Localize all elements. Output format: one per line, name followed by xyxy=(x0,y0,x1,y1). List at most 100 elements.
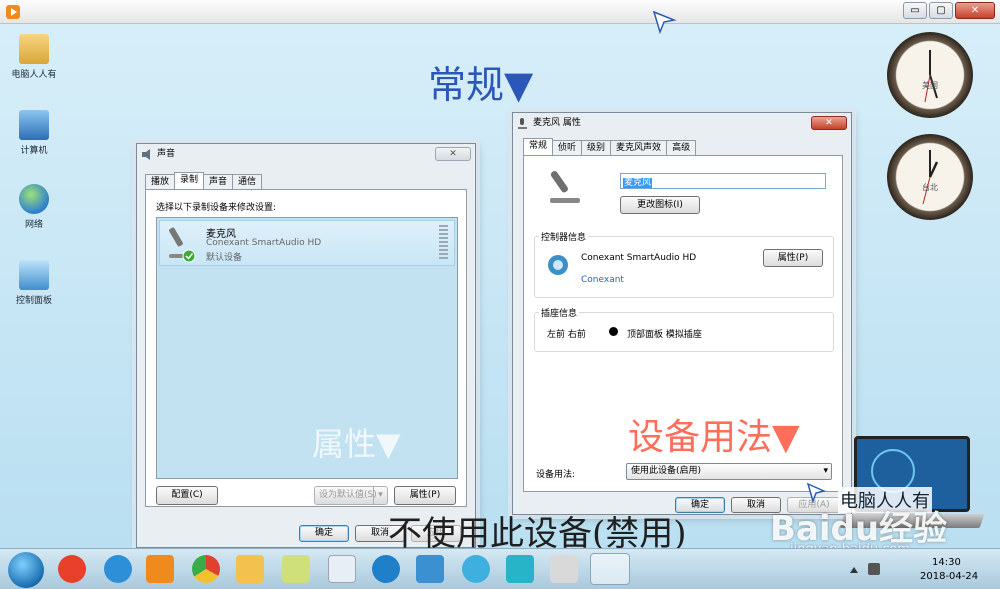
jack-color-icon xyxy=(609,327,618,336)
group-title: 插座信息 xyxy=(539,306,580,319)
controller-properties-button[interactable]: 属性(P) xyxy=(763,249,823,267)
device-row-microphone[interactable]: 麦克风 Conexant SmartAudio HD 默认设备 xyxy=(159,220,455,266)
sound-tabs: 播放 录制 声音 通信 xyxy=(145,172,263,189)
taskbar-control-panel-icon[interactable] xyxy=(416,555,444,583)
taskbar-explorer-icon[interactable] xyxy=(236,555,264,583)
device-usage-label: 设备用法: xyxy=(536,470,576,480)
device-usage-value: 使用此设备(启用) xyxy=(631,466,702,476)
desktop-icon-user[interactable]: 电脑人人有 xyxy=(8,34,60,80)
desktop-icon-label: 电脑人人有 xyxy=(11,70,57,80)
taskbar-chrome-icon[interactable] xyxy=(192,555,220,583)
desktop-icon-control-panel[interactable]: 控制面板 xyxy=(8,260,60,306)
jack-info-group: 插座信息 左前 右前 顶部面板 模拟插座 xyxy=(534,306,834,352)
overlay-heading-properties: 属性▼ xyxy=(312,425,401,463)
tab-levels[interactable]: 级别 xyxy=(581,140,612,155)
tab-general[interactable]: 常规 xyxy=(523,138,554,155)
desktop-icon-label: 计算机 xyxy=(20,146,48,156)
overlay-heading-general: 常规▼ xyxy=(428,63,534,107)
clock-face-icon xyxy=(924,50,938,103)
taskbar-paint-icon[interactable] xyxy=(550,555,578,583)
ok-button[interactable]: 确定 xyxy=(299,525,349,542)
speaker-icon xyxy=(142,149,150,160)
device-driver: Conexant SmartAudio HD xyxy=(206,238,322,248)
microphone-small-icon xyxy=(518,118,527,129)
jack-position: 左前 右前 xyxy=(547,330,586,340)
sound-dialog: 声音 ✕ 播放 录制 声音 通信 选择以下录制设备来修改设置: 麦克风 Cone… xyxy=(136,143,476,548)
chevron-down-icon[interactable]: ▾ xyxy=(823,464,828,479)
desktop-icon-label: 网络 xyxy=(24,220,43,230)
control-panel-icon xyxy=(19,260,49,290)
properties-button[interactable]: 属性(P) xyxy=(394,486,456,505)
controller-name: Conexant SmartAudio HD xyxy=(581,253,697,263)
start-button[interactable] xyxy=(8,552,44,588)
device-status: 默认设备 xyxy=(206,253,243,263)
tab-recording[interactable]: 录制 xyxy=(174,172,205,189)
taskbar-notes-icon[interactable] xyxy=(282,555,310,583)
taskbar-media-player-icon[interactable] xyxy=(146,555,174,583)
network-icon xyxy=(19,184,49,214)
mic-properties-title-bar: 麦克风 属性 ✕ xyxy=(513,113,851,133)
configure-button[interactable]: 配置(C) xyxy=(156,486,218,505)
clock-widget-usa: 美国 xyxy=(887,32,973,118)
device-name-input[interactable]: 麦克风 xyxy=(620,173,826,189)
system-tray: 14:30 2018-04-24 xyxy=(844,553,994,587)
taskbar-sound-icon[interactable] xyxy=(590,553,630,585)
change-icon-button[interactable]: 更改图标(I) xyxy=(620,196,700,214)
user-folder-icon xyxy=(19,34,49,64)
tab-advanced[interactable]: 高级 xyxy=(666,140,697,155)
maximize-button[interactable]: ▢ xyxy=(929,2,953,19)
taskbar-pinwheel-icon[interactable] xyxy=(462,555,490,583)
taskbar-browser-icon[interactable] xyxy=(372,555,400,583)
audio-driver-icon xyxy=(548,255,568,275)
taskbar: 14:30 2018-04-24 xyxy=(0,548,1000,589)
overlay-heading-usage: 设备用法▼ xyxy=(628,417,800,458)
device-usage-select[interactable]: 使用此设备(启用) ▾ xyxy=(626,463,832,480)
sound-dialog-title-bar: 声音 ✕ xyxy=(137,144,475,164)
controller-info-group: 控制器信息 Conexant SmartAudio HD Conexant 属性… xyxy=(534,230,834,298)
taskbar-ie-icon[interactable] xyxy=(104,555,132,583)
player-title-bar: ▭ ▢ ✕ xyxy=(0,0,1000,24)
level-meter xyxy=(439,225,448,261)
tab-listen[interactable]: 侦听 xyxy=(552,140,583,155)
chevron-down-icon[interactable]: ▾ xyxy=(373,487,387,504)
desktop-icon-network[interactable]: 网络 xyxy=(8,184,60,230)
device-name-value: 麦克风 xyxy=(623,178,653,188)
taskbar-document-icon[interactable] xyxy=(328,555,356,583)
recording-panel: 选择以下录制设备来修改设置: 麦克风 Conexant SmartAudio H… xyxy=(145,189,467,507)
clock-date[interactable]: 2018-04-24 xyxy=(920,571,978,582)
close-button[interactable]: ✕ xyxy=(955,2,995,19)
set-default-button[interactable]: 设为默认值(S) ▾ xyxy=(314,486,388,505)
desktop: 电脑人人有 计算机 网络 控制面板 常规▼ 美国 台北 声音 ✕ 播放 录制 声… xyxy=(0,10,1000,557)
player-logo-icon xyxy=(6,5,20,19)
desktop-icon-label: 控制面板 xyxy=(15,296,52,306)
clock-city-label: 美国 xyxy=(922,81,938,91)
close-button[interactable]: ✕ xyxy=(811,116,847,130)
window-title: 声音 xyxy=(157,149,176,159)
controller-vendor: Conexant xyxy=(581,275,624,285)
desktop-icon-computer[interactable]: 计算机 xyxy=(8,110,60,156)
clock-face-icon xyxy=(922,150,939,205)
clock-city-label: 台北 xyxy=(922,183,938,193)
set-default-label: 设为默认值(S) xyxy=(319,490,377,500)
tab-enhancements[interactable]: 麦克风声效 xyxy=(610,140,668,155)
jack-description: 顶部面板 模拟插座 xyxy=(627,330,702,340)
microphone-icon xyxy=(550,171,580,203)
tab-communications[interactable]: 通信 xyxy=(232,174,263,189)
computer-icon xyxy=(19,110,49,140)
tab-sounds[interactable]: 声音 xyxy=(203,174,234,189)
tray-expand-icon[interactable] xyxy=(850,565,858,573)
clock-widget-taipei: 台北 xyxy=(887,134,973,220)
window-title: 麦克风 属性 xyxy=(533,118,581,128)
minimize-button[interactable]: ▭ xyxy=(903,2,927,19)
mic-props-tabs: 常规 侦听 级别 麦克风声效 高级 xyxy=(523,138,697,155)
clock-time[interactable]: 14:30 xyxy=(932,557,961,568)
volume-icon[interactable] xyxy=(868,563,880,575)
taskbar-app-jiang-icon[interactable] xyxy=(58,555,86,583)
microphone-icon xyxy=(169,227,196,263)
cursor-icon xyxy=(652,10,677,35)
taskbar-headset-icon[interactable] xyxy=(506,555,534,583)
tab-playback[interactable]: 播放 xyxy=(145,174,176,189)
group-title: 控制器信息 xyxy=(539,230,589,243)
close-button[interactable]: ✕ xyxy=(435,147,471,161)
device-list: 麦克风 Conexant SmartAudio HD 默认设备 xyxy=(156,217,458,479)
